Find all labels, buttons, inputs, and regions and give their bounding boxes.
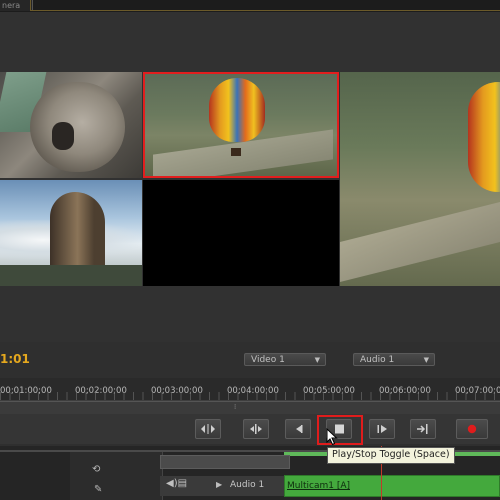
panel-tab[interactable]: nera: [0, 0, 33, 11]
video-track-dropdown[interactable]: Video 1 ▼: [244, 353, 326, 366]
tooltip: Play/Stop Toggle (Space): [327, 447, 455, 464]
expand-triangle-icon[interactable]: ▶: [216, 480, 222, 489]
pen-icon[interactable]: ✎: [94, 484, 102, 495]
step-forward-icon: [377, 425, 387, 433]
river-shape: [340, 202, 500, 282]
zoom-scrollbar[interactable]: [0, 401, 500, 415]
sync-lock-icon[interactable]: ⟲: [92, 464, 100, 475]
step-back-button[interactable]: [285, 419, 311, 439]
video-dropdown-label: Video 1: [251, 355, 285, 365]
step-back-icon: [296, 425, 303, 433]
trim-icon: [201, 424, 215, 434]
mouse-cursor-icon: [326, 427, 338, 450]
trim-button[interactable]: [195, 419, 221, 439]
ground-shape: [0, 265, 142, 286]
audio-track-label: Audio 1: [230, 480, 265, 490]
hot-air-balloon-shape: [468, 82, 500, 192]
clip-name-label: Multicam1 [A]: [287, 481, 350, 491]
current-timecode[interactable]: 1:01: [0, 352, 30, 366]
camera-3-preview[interactable]: [0, 180, 142, 286]
track-headers: ⟲ ✎: [70, 452, 163, 500]
ruler-tick-marks: [0, 392, 500, 400]
video-track-bar[interactable]: [160, 455, 290, 469]
speaker-icon[interactable]: ◀)▤: [166, 478, 187, 489]
koala-nose-shape: [52, 122, 74, 150]
audio-dropdown-label: Audio 1: [360, 355, 395, 365]
go-to-out-button[interactable]: [410, 419, 436, 439]
koala-shape: [30, 82, 125, 172]
active-camera-border: [143, 72, 339, 178]
program-monitor: [340, 72, 500, 286]
go-to-out-icon: [417, 424, 428, 434]
scroll-grip-icon[interactable]: ⁞: [234, 403, 242, 411]
record-button[interactable]: [456, 419, 488, 439]
play-stop-highlight: [317, 415, 363, 445]
mark-in-button[interactable]: [243, 419, 269, 439]
chevron-down-icon: ▼: [314, 356, 320, 364]
step-forward-button[interactable]: [369, 419, 395, 439]
audio-track-dropdown[interactable]: Audio 1 ▼: [353, 353, 435, 366]
camera-4-preview-empty[interactable]: [143, 180, 339, 286]
camera-1-preview[interactable]: [0, 72, 142, 178]
chevron-down-icon: ▼: [423, 356, 429, 364]
panel-tab-outline: [30, 0, 500, 11]
record-icon: [467, 424, 477, 434]
mark-in-icon: [250, 424, 262, 434]
